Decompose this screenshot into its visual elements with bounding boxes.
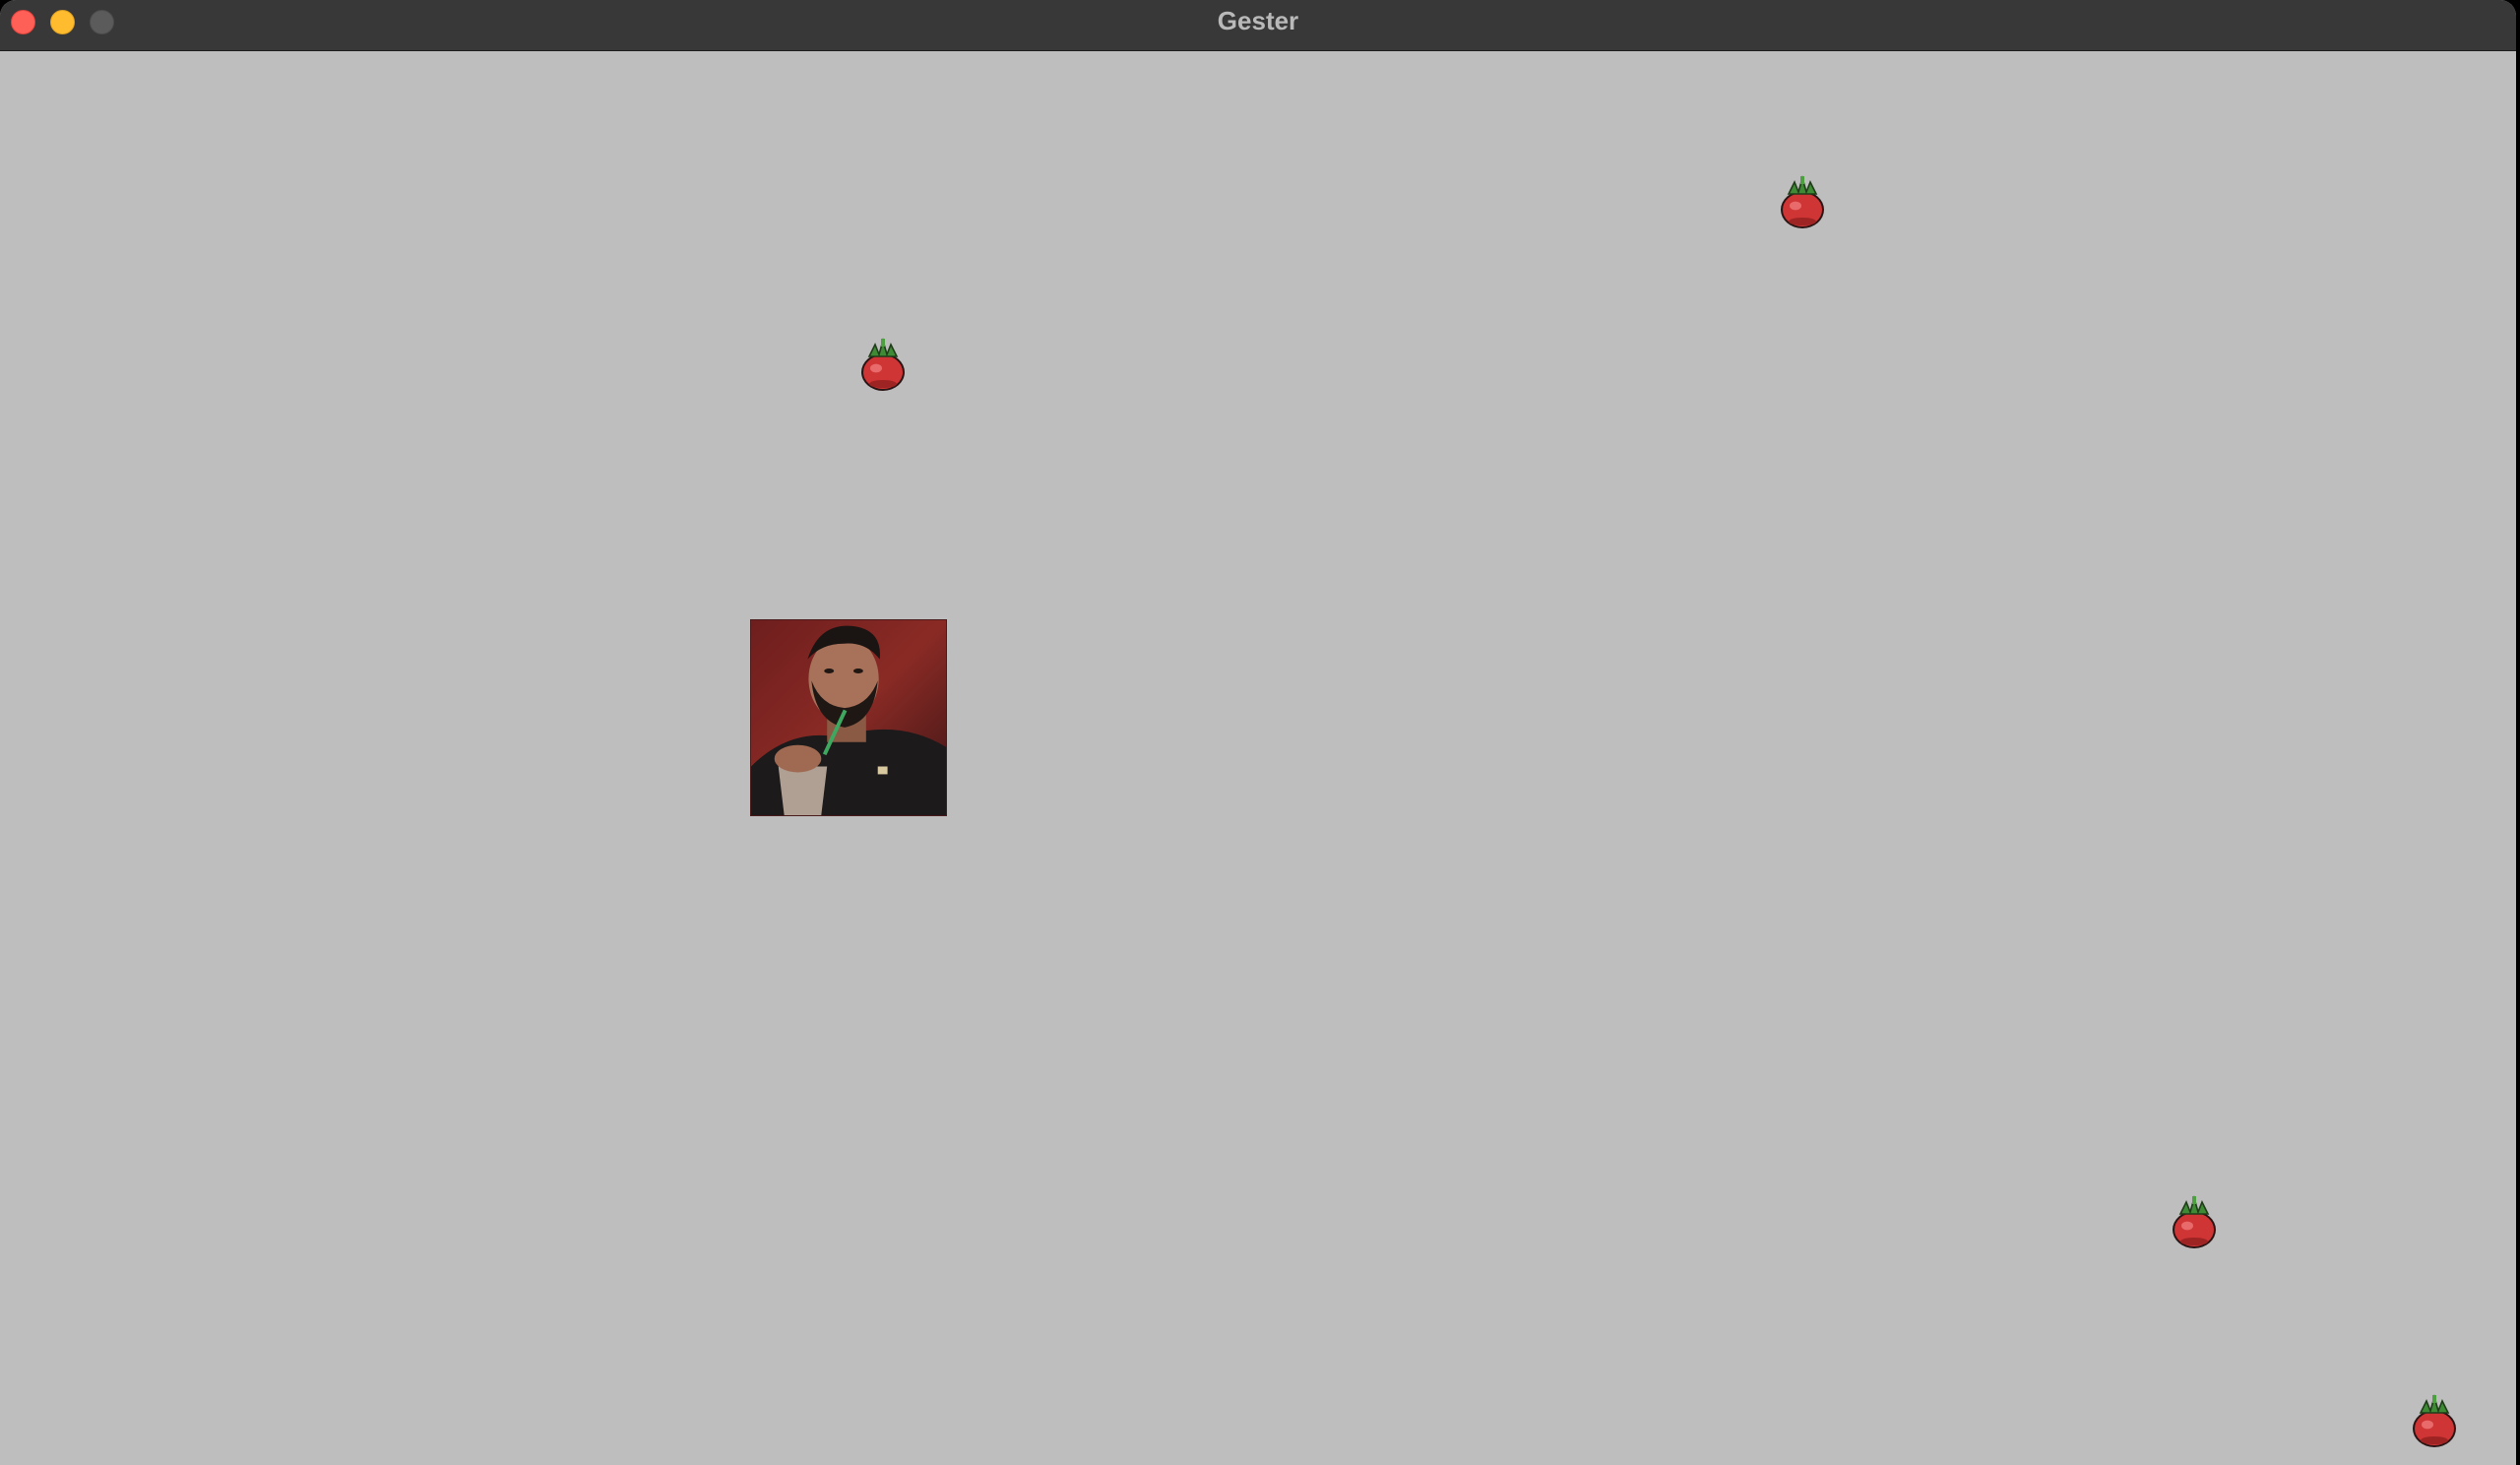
title-bar[interactable]: Gester — [0, 0, 2516, 51]
game-canvas[interactable] — [0, 51, 2516, 1465]
tomato-icon — [2413, 1394, 2456, 1447]
app-window: Gester — [0, 0, 2516, 1465]
window-title: Gester — [1217, 6, 1299, 35]
player-avatar[interactable] — [750, 619, 947, 816]
tomato-icon — [2173, 1195, 2216, 1248]
tomato-icon — [861, 338, 905, 391]
tomato-icon — [1781, 175, 1824, 228]
